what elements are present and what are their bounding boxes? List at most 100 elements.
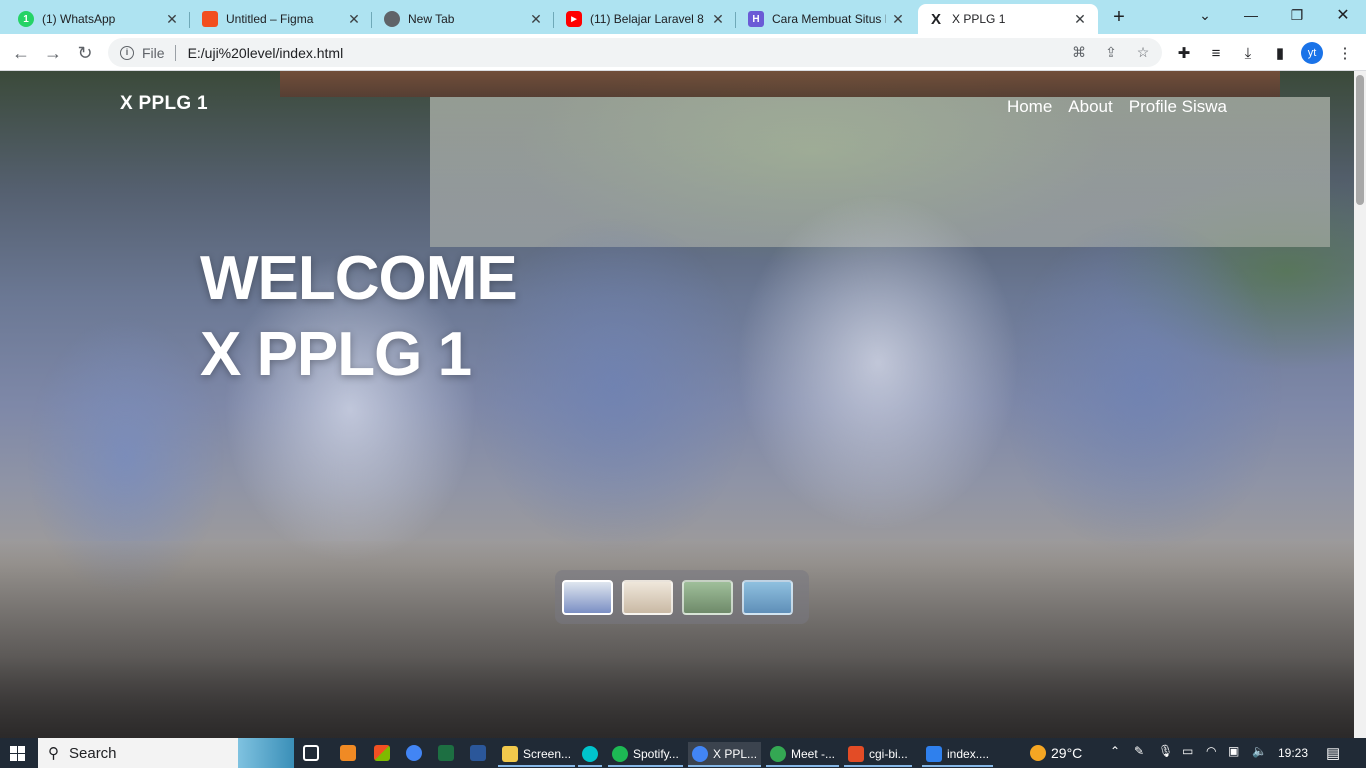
close-icon[interactable]: ✕ xyxy=(1072,11,1088,28)
tab-search-chevron-icon[interactable]: ⌄ xyxy=(1182,0,1228,30)
windows-taskbar: ⚲ Search Screen... Spotify... X PPL... M… xyxy=(0,738,1366,768)
weather-widget[interactable]: 29°C xyxy=(1030,743,1082,763)
extensions-icon[interactable]: ✚ xyxy=(1173,42,1195,64)
notifications-icon[interactable]: ▤ xyxy=(1326,744,1340,762)
close-window-button[interactable]: ✕ xyxy=(1320,0,1366,30)
taskbar-search[interactable]: ⚲ Search xyxy=(38,738,294,768)
page-scrollbar[interactable] xyxy=(1354,71,1366,738)
taskbar-item-cgi[interactable]: cgi-bi... xyxy=(844,742,912,767)
taskbar-item-chrome-xpplg[interactable]: X PPL... xyxy=(688,742,762,767)
tab-youtube[interactable]: ▶ (11) Belajar Laravel 8 | ✕ xyxy=(556,4,736,34)
hero-title-line-1: WELCOME xyxy=(200,244,518,313)
tab-cara-membuat[interactable]: H Cara Membuat Situs E ✕ xyxy=(738,4,916,34)
chrome-icon xyxy=(770,745,786,762)
side-panel-icon[interactable]: ▮ xyxy=(1269,42,1291,64)
translate-icon[interactable]: ⌘ xyxy=(1068,38,1090,67)
tab-title: Untitled – Figma xyxy=(226,12,314,26)
folder-icon xyxy=(502,745,518,762)
taskbar-item-spotify[interactable]: Spotify... xyxy=(608,742,683,767)
close-icon[interactable]: ✕ xyxy=(528,11,544,28)
chrome-icon[interactable] xyxy=(406,743,422,763)
close-icon[interactable]: ✕ xyxy=(890,11,906,28)
pen-icon[interactable]: ✎ xyxy=(1134,744,1144,758)
close-icon[interactable]: ✕ xyxy=(346,11,362,28)
search-icon: ⚲ xyxy=(48,745,59,762)
carousel-thumb-2[interactable] xyxy=(622,579,673,615)
task-view-icon[interactable] xyxy=(303,743,319,763)
divider xyxy=(174,44,176,61)
tab-title: (1) WhatsApp xyxy=(42,12,116,26)
taskbar-item-canva[interactable] xyxy=(578,742,602,767)
tab-separator xyxy=(189,12,190,28)
tab-strip: 1 (1) WhatsApp ✕ Untitled – Figma ✕ New … xyxy=(0,0,1366,34)
nav-about[interactable]: About xyxy=(1068,97,1112,117)
excel-icon[interactable] xyxy=(438,743,454,763)
search-highlight-image xyxy=(238,738,294,768)
figma-icon xyxy=(202,11,218,27)
url-scheme: File xyxy=(142,44,165,61)
forward-button[interactable]: → xyxy=(40,40,66,66)
taskbar-item-chrome-meet[interactable]: Meet -... xyxy=(766,742,840,767)
hero-title-line-2: X PPLG 1 xyxy=(200,320,472,389)
app-icon xyxy=(848,745,864,762)
site-brand[interactable]: X PPLG 1 xyxy=(120,93,208,115)
chrome-icon xyxy=(384,11,400,27)
back-button[interactable]: ← xyxy=(8,40,34,66)
profile-avatar[interactable]: yt xyxy=(1301,42,1323,64)
nav-home[interactable]: Home xyxy=(1007,97,1052,117)
nav-profile-siswa[interactable]: Profile Siswa xyxy=(1129,97,1227,117)
tab-whatsapp[interactable]: 1 (1) WhatsApp ✕ xyxy=(8,4,190,34)
carousel-thumb-4[interactable] xyxy=(742,579,793,615)
camera-icon[interactable]: ▣ xyxy=(1228,744,1239,758)
tab-separator xyxy=(371,12,372,28)
tab-separator xyxy=(553,12,554,28)
chrome-icon xyxy=(692,745,708,762)
taskbar-item-screenshots[interactable]: Screen... xyxy=(498,742,576,767)
tab-new-tab[interactable]: New Tab ✕ xyxy=(374,4,554,34)
sun-icon xyxy=(1030,745,1046,761)
sublime-icon[interactable] xyxy=(340,743,356,763)
microphone-icon[interactable]: 🎙 xyxy=(1158,744,1173,758)
site-icon: H xyxy=(748,11,764,27)
share-icon[interactable]: ⇪ xyxy=(1100,38,1122,67)
taskbar-item-label: Screen... xyxy=(523,746,572,761)
restore-button[interactable]: ❐ xyxy=(1274,0,1320,30)
carousel-thumbnails xyxy=(555,570,809,624)
download-icon[interactable]: ⤓ xyxy=(1237,42,1259,64)
media-control-icon[interactable]: ≡ xyxy=(1205,42,1227,64)
browser-toolbar: ← → ↻ i File E:/uji%20level/index.html ⌘… xyxy=(0,34,1366,71)
spotify-icon xyxy=(612,745,628,762)
background-photo-roof xyxy=(280,71,1280,97)
scrollbar-thumb[interactable] xyxy=(1356,75,1364,205)
volume-icon[interactable]: 🔈 xyxy=(1252,744,1267,758)
carousel-thumb-3[interactable] xyxy=(682,579,733,615)
youtube-icon: ▶ xyxy=(566,11,582,27)
windows-start-icon[interactable] xyxy=(10,746,25,761)
menu-kebab-icon[interactable]: ⋮ xyxy=(1334,42,1356,64)
wifi-icon[interactable]: ◠ xyxy=(1206,744,1216,758)
whatsapp-icon: 1 xyxy=(18,11,34,27)
tab-figma[interactable]: Untitled – Figma ✕ xyxy=(192,4,372,34)
store-icon[interactable] xyxy=(374,743,390,763)
tab-x-pplg-1[interactable]: X X PPLG 1 ✕ xyxy=(918,4,1098,34)
taskbar-item-label: index.... xyxy=(947,746,990,761)
word-icon[interactable] xyxy=(470,743,486,763)
taskbar-item-label: Meet -... xyxy=(791,746,836,761)
tab-separator xyxy=(735,12,736,28)
info-icon[interactable]: i xyxy=(120,45,134,60)
url-text[interactable]: E:/uji%20level/index.html xyxy=(188,45,344,61)
battery-icon[interactable]: ▭ xyxy=(1182,744,1193,758)
minimize-button[interactable]: — xyxy=(1228,0,1274,30)
canva-icon xyxy=(582,745,598,762)
hero-title: WELCOME X PPLG 1 xyxy=(200,241,518,393)
chevron-up-icon[interactable]: ⌃ xyxy=(1110,744,1120,758)
carousel-thumb-1[interactable] xyxy=(562,579,613,615)
new-tab-button[interactable]: + xyxy=(1108,6,1130,28)
reload-button[interactable]: ↻ xyxy=(72,40,98,66)
address-bar[interactable]: i File E:/uji%20level/index.html ⌘ ⇪ ☆ xyxy=(108,38,1162,67)
bookmark-star-icon[interactable]: ☆ xyxy=(1132,38,1154,67)
close-icon[interactable]: ✕ xyxy=(164,11,180,28)
close-icon[interactable]: ✕ xyxy=(710,11,726,28)
clock[interactable]: 19:23 xyxy=(1278,746,1308,760)
taskbar-item-vscode[interactable]: index.... xyxy=(922,742,994,767)
